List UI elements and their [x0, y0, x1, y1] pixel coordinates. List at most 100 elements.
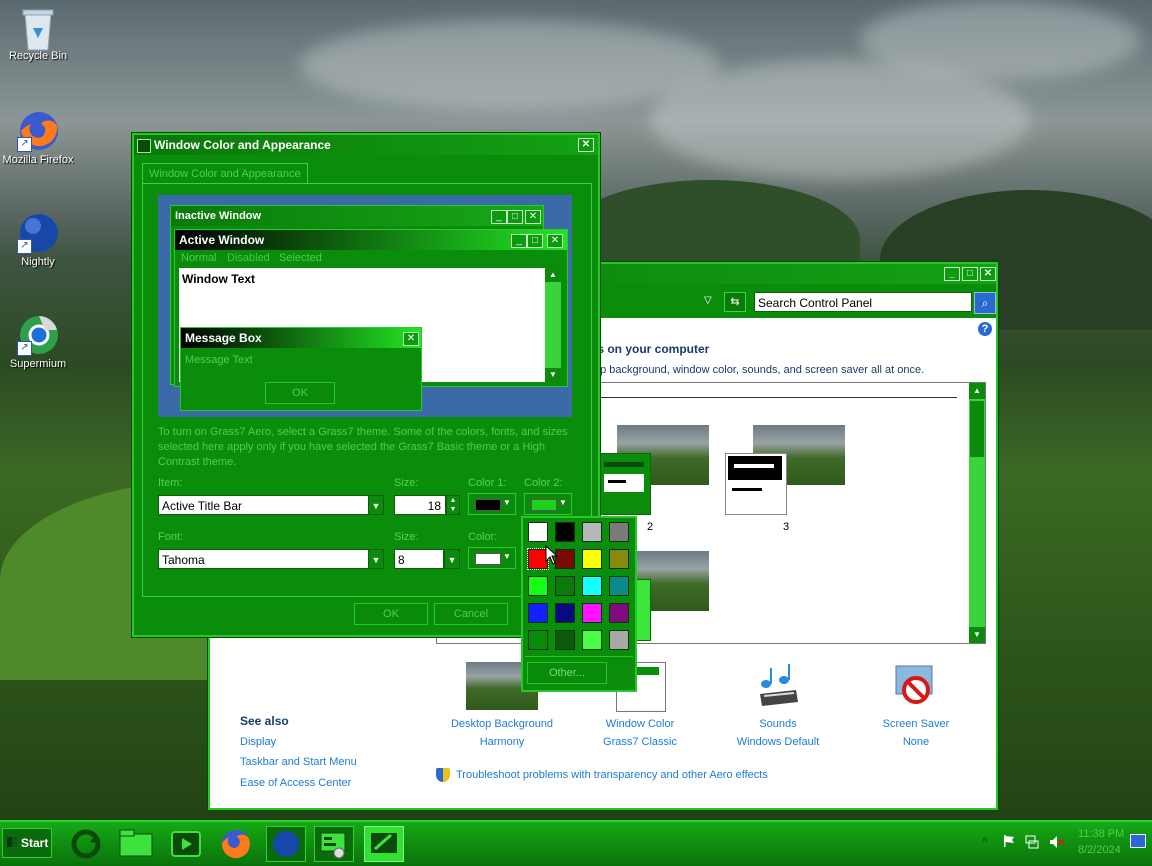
color-palette-popup: Other... — [521, 516, 637, 692]
preview-msgbox-ok: OK — [265, 382, 335, 404]
cancel-button[interactable]: Cancel — [434, 603, 508, 625]
color-swatch[interactable] — [555, 576, 575, 596]
mouse-cursor-icon — [545, 544, 559, 568]
desktop-icon-recycle-bin[interactable]: Recycle Bin — [0, 6, 76, 62]
color1-button[interactable]: ▼ — [468, 493, 516, 515]
color-swatch[interactable] — [555, 603, 575, 623]
color-swatch[interactable] — [609, 576, 629, 596]
see-also-display-link[interactable]: Display — [240, 736, 276, 748]
color-swatch[interactable] — [582, 549, 602, 569]
taskbar-media-player-icon[interactable] — [166, 826, 206, 862]
color-swatch[interactable] — [528, 603, 548, 623]
theme-label-3: 3 — [783, 521, 790, 533]
see-also-taskbar-link[interactable]: Taskbar and Start Menu — [240, 756, 357, 768]
ok-button[interactable]: OK — [354, 603, 428, 625]
color-swatch[interactable] — [609, 603, 629, 623]
color-swatch[interactable] — [528, 522, 548, 542]
shortcut-arrow-icon: ↗ — [17, 341, 32, 356]
item-select[interactable]: Active Title Bar — [158, 495, 370, 515]
see-also-title: See also — [240, 714, 289, 728]
preview-active-titlebar: Active Window — [175, 230, 567, 250]
window-color-link[interactable]: Window Color — [582, 718, 698, 730]
color-swatch[interactable] — [609, 630, 629, 650]
color-swatch[interactable] — [582, 630, 602, 650]
action-center-flag-icon[interactable] — [1002, 834, 1016, 848]
theme-label-2: 2 — [647, 521, 654, 533]
window-color-value: Grass7 Classic — [603, 736, 677, 748]
taskbar-nightly-icon[interactable] — [266, 826, 306, 862]
item-size-spinner[interactable]: ▲ ▼ — [446, 495, 460, 515]
preview-inactive-titlebar: Inactive Window — [171, 206, 543, 226]
tray-expand-icon[interactable]: ^ — [982, 836, 987, 848]
refresh-button[interactable]: ⇆ — [724, 292, 746, 312]
taskbar-explorer-icon[interactable] — [116, 826, 156, 862]
font-color-button[interactable]: ▼ — [468, 547, 516, 569]
color-swatch[interactable] — [582, 522, 602, 542]
color-swatch[interactable] — [609, 522, 629, 542]
preview-close-icon: ✕ — [547, 234, 563, 248]
color-swatch[interactable] — [528, 576, 548, 596]
taskbar-refresh-app-icon[interactable] — [66, 826, 106, 862]
appearance-preview: Inactive Window _ □ ✕ Active Window _ □ … — [158, 195, 572, 417]
dropdown-arrow-icon[interactable]: ▽ — [704, 295, 712, 306]
sounds-icon[interactable] — [754, 662, 802, 710]
color-swatch[interactable] — [609, 549, 629, 569]
font-size-select[interactable]: 8 — [394, 549, 444, 569]
preview-close-icon: ✕ — [525, 210, 541, 224]
other-colors-button[interactable]: Other... — [527, 662, 607, 684]
color1-swatch — [475, 499, 501, 511]
volume-muted-icon[interactable] — [1048, 834, 1064, 850]
close-button[interactable]: ✕ — [980, 267, 996, 281]
desktop-icon-nightly[interactable]: ↗ Nightly — [0, 212, 76, 268]
taskbar: Start ^ 11:38 PM 8/2/2024 — [0, 820, 1152, 866]
tab-window-color-appearance[interactable]: Window Color and Appearance — [142, 163, 308, 184]
desktop-background-link[interactable]: Desktop Background — [442, 718, 562, 730]
item-select-arrow[interactable]: ▼ — [368, 495, 384, 515]
screen-saver-link[interactable]: Screen Saver — [856, 718, 976, 730]
dialog-close-button[interactable]: ✕ — [578, 138, 594, 152]
font-color-label: Color: — [468, 531, 498, 543]
chevron-down-icon: ▼ — [503, 552, 511, 561]
troubleshoot-link[interactable]: Troubleshoot problems with transparency … — [456, 769, 768, 781]
search-button[interactable]: ⌕ — [974, 292, 996, 314]
see-also-ease-link[interactable]: Ease of Access Center — [240, 777, 351, 789]
preview-maximize-icon: □ — [507, 210, 523, 224]
maximize-button[interactable]: □ — [962, 267, 978, 281]
search-input[interactable]: Search Control Panel — [754, 292, 972, 312]
show-desktop-button[interactable] — [1130, 834, 1146, 848]
page-subheading: op background, window color, sounds, and… — [594, 364, 925, 376]
palette-divider — [525, 656, 633, 657]
desktop-icon-supermium[interactable]: ↗ Supermium — [0, 314, 76, 370]
preview-minimize-icon: _ — [491, 210, 507, 224]
screen-saver-icon[interactable] — [892, 662, 940, 710]
color-swatch[interactable] — [582, 576, 602, 596]
taskbar-control-panel-icon[interactable] — [314, 826, 354, 862]
color-swatch[interactable] — [528, 630, 548, 650]
item-size-input[interactable]: 18 — [394, 495, 446, 515]
minimize-button[interactable]: _ — [944, 267, 960, 281]
color-swatch[interactable] — [555, 630, 575, 650]
color-swatch[interactable] — [555, 522, 575, 542]
network-icon[interactable] — [1024, 834, 1040, 850]
font-select-arrow[interactable]: ▼ — [368, 549, 384, 569]
chevron-down-icon: ▼ — [503, 498, 511, 507]
start-button[interactable]: Start — [2, 828, 52, 858]
theme-list-divider — [597, 397, 957, 398]
font-size-arrow[interactable]: ▼ — [444, 549, 460, 569]
taskbar-firefox-icon[interactable] — [216, 826, 256, 862]
appearance-info-text: To turn on Grass7 Aero, select a Grass7 … — [158, 426, 568, 468]
scrollbar-thumb[interactable] — [970, 401, 984, 457]
clock-time[interactable]: 11:38 PM — [1078, 828, 1124, 840]
firefox-icon: ↗ — [17, 110, 59, 152]
clock-date[interactable]: 8/2/2024 — [1078, 844, 1121, 856]
color-swatch[interactable] — [582, 603, 602, 623]
font-select[interactable]: Tahoma — [158, 549, 370, 569]
font-size-label: Size: — [394, 531, 419, 543]
sounds-link[interactable]: Sounds — [718, 718, 838, 730]
font-label: Font: — [158, 531, 184, 543]
color2-button[interactable]: ▼ — [524, 493, 572, 515]
help-icon[interactable]: ? — [978, 322, 992, 336]
taskbar-personalize-icon[interactable] — [364, 826, 404, 862]
theme-list-scrollbar[interactable]: ▲ ▼ — [969, 383, 985, 643]
desktop-icon-firefox[interactable]: ↗ Mozilla Firefox — [0, 110, 76, 166]
